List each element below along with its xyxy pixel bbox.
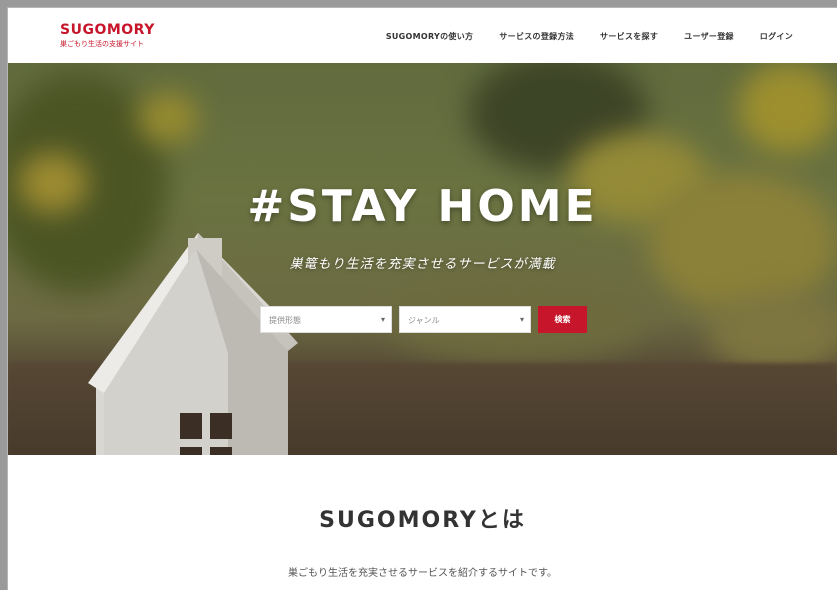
genre-select[interactable]: ジャンル ▾ bbox=[399, 306, 531, 333]
main-nav: SUGOMORYの使い方 サービスの登録方法 サービスを探す ユーザー登録 ログ… bbox=[386, 31, 793, 42]
nav-item-login[interactable]: ログイン bbox=[760, 31, 793, 42]
brand-name: SUGOMORY bbox=[60, 22, 155, 38]
nav-item-how-to-use[interactable]: SUGOMORYの使い方 bbox=[386, 31, 474, 42]
delivery-type-select[interactable]: 提供形態 ▾ bbox=[260, 306, 392, 333]
about-title: SUGOMORYとは bbox=[319, 508, 526, 533]
hero-subtitle: 巣篭もり生活を充実させるサービスが満載 bbox=[289, 257, 556, 272]
site-header: SUGOMORY 巣ごもり生活の支援サイト SUGOMORYの使い方 サービスの… bbox=[8, 8, 837, 63]
nav-item-user-registration[interactable]: ユーザー登録 bbox=[684, 31, 734, 42]
search-button[interactable]: 検索 bbox=[538, 306, 587, 333]
hero-section: #STAY HOME 巣篭もり生活を充実させるサービスが満載 提供形態 ▾ ジャ… bbox=[8, 63, 837, 455]
delivery-type-select-value: 提供形態 bbox=[269, 316, 301, 325]
brand-tagline: 巣ごもり生活の支援サイト bbox=[60, 40, 144, 48]
chevron-down-icon: ▾ bbox=[519, 315, 524, 324]
genre-select-value: ジャンル bbox=[408, 316, 440, 325]
hero-title: #STAY HOME bbox=[247, 181, 598, 232]
browser-page: SUGOMORY 巣ごもり生活の支援サイト SUGOMORYの使い方 サービスの… bbox=[8, 8, 837, 590]
search-form: 提供形態 ▾ ジャンル ▾ 検索 bbox=[260, 306, 587, 333]
site-logo[interactable]: SUGOMORY 巣ごもり生活の支援サイト bbox=[60, 22, 155, 49]
nav-item-service-registration[interactable]: サービスの登録方法 bbox=[499, 31, 574, 42]
chevron-down-icon: ▾ bbox=[380, 315, 385, 324]
nav-item-find-service[interactable]: サービスを探す bbox=[600, 31, 658, 42]
about-description: 巣ごもり生活を充実させるサービスを紹介するサイトです。 bbox=[288, 568, 557, 579]
